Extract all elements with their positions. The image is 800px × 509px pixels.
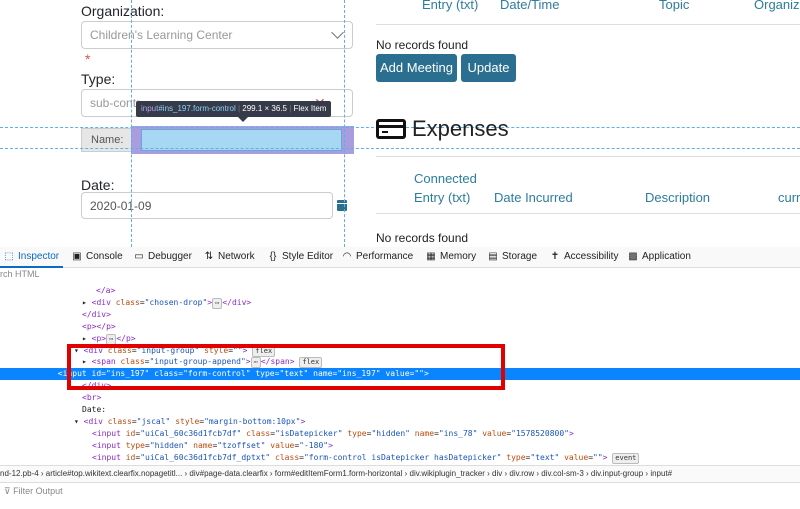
name-input-highlight: [131, 126, 354, 154]
debugger-icon: ▭: [134, 251, 144, 262]
type-label: Type:: [81, 71, 116, 87]
network-icon: ⇅: [204, 251, 214, 262]
web-page: Organization: Children's Learning Center…: [0, 0, 800, 247]
markup-line[interactable]: ▸ <div class="chosen-drop"> ⋯ </div>: [82, 297, 251, 309]
expenses-col-currency: curr: [778, 190, 800, 205]
tab-application[interactable]: ▩ Application: [628, 251, 691, 262]
inspector-icon: ⬚: [4, 251, 14, 262]
markup-line[interactable]: Date:: [82, 404, 106, 416]
tab-storage[interactable]: ▤ Storage: [488, 251, 537, 262]
expenses-title: Expenses: [412, 116, 509, 141]
tab-network[interactable]: ⇅ Network: [204, 251, 255, 262]
tooltip-tag: input: [141, 104, 159, 113]
style-editor-icon: {}: [269, 251, 277, 262]
tab-console[interactable]: ▣ Console: [72, 251, 122, 262]
meetings-col-organization: Organiza: [754, 0, 800, 12]
date-label: Date:: [81, 177, 115, 193]
credit-card-icon: [376, 119, 406, 139]
expenses-empty-text: No records found: [376, 231, 469, 245]
tooltip-kind: Flex Item: [293, 104, 327, 113]
expenses-col-entry: Entry (txt): [414, 190, 471, 205]
tab-accessibility[interactable]: ✝ Accessibility: [550, 251, 619, 262]
meetings-col-topic: Topic: [659, 0, 690, 12]
expenses-table-header: Connected Entry (txt) Date Incurred Desc…: [376, 156, 800, 214]
meetings-col-entry: Entry (txt): [422, 0, 479, 12]
chevron-down-icon: [331, 26, 344, 39]
guide-line-right: [344, 0, 345, 247]
meetings-table-header: Entry (txt) Date/Time Topic Organiza: [376, 0, 800, 25]
markup-line[interactable]: </a>: [96, 285, 115, 297]
filter-icon: ⊽: [4, 486, 11, 496]
tooltip-size: 299.1 × 36.5: [242, 104, 287, 113]
meetings-col-datetime: Date/Time: [500, 0, 560, 12]
highlight-annotation-box: [67, 344, 505, 390]
name-label: Name:: [91, 134, 124, 146]
devtools-tabbar: ⬚ Inspector ▣ Console ▭ Debugger ⇅ Network {…: [0, 247, 800, 268]
markup-line[interactable]: <input type="hidden" name="tzoffset" val…: [92, 440, 333, 452]
storage-icon: ▤: [488, 251, 498, 262]
type-value: sub-contr: [90, 96, 141, 110]
breadcrumb[interactable]: nd-12.pb-4 › article#top.wikitext.clearf…: [0, 465, 800, 482]
update-button[interactable]: Update: [461, 54, 516, 82]
markup-line[interactable]: </div>: [82, 309, 111, 321]
organization-label: Organization:: [81, 3, 165, 19]
tab-inspector[interactable]: ⬚ Inspector: [0, 251, 64, 268]
performance-icon: ◠: [342, 251, 352, 262]
tooltip-arrow: [238, 117, 248, 122]
memory-icon: ▦: [426, 251, 436, 262]
markup-line[interactable]: <br>: [82, 392, 101, 404]
tab-memory[interactable]: ▦ Memory: [426, 251, 476, 262]
guide-line-bottom: [0, 148, 800, 149]
tab-debugger[interactable]: ▭ Debugger: [134, 251, 192, 262]
required-mark: *: [85, 51, 91, 67]
meetings-empty-text: No records found: [376, 38, 469, 52]
filter-output-input[interactable]: ⊽ Filter Output: [0, 482, 800, 500]
search-html-input[interactable]: rch HTML: [0, 269, 40, 279]
console-icon: ▣: [72, 251, 82, 262]
markup-line[interactable]: <p></p>: [82, 321, 116, 333]
expenses-col-connected: Connected: [414, 171, 477, 186]
organization-select[interactable]: Children's Learning Center: [81, 21, 353, 49]
inspector-tooltip: input#ins_197.form-control | 299.1 × 36.…: [136, 101, 332, 117]
expenses-col-date-incurred: Date Incurred: [494, 190, 573, 205]
markup-line[interactable]: <input id="uiCal_60c36d1fcb7df_dptxt" cl…: [92, 452, 640, 464]
organization-value: Children's Learning Center: [90, 28, 233, 42]
tab-performance[interactable]: ◠ Performance: [342, 251, 414, 262]
add-meeting-button[interactable]: Add Meeting: [376, 54, 457, 82]
accessibility-icon: ✝: [550, 251, 560, 262]
markup-line[interactable]: ▾ <div class="jscal" style="margin-botto…: [74, 416, 305, 428]
application-icon: ▩: [628, 251, 638, 262]
tooltip-selector: #ins_197.form-control: [158, 104, 236, 113]
date-input[interactable]: 2020-01-09: [81, 192, 333, 219]
date-value: 2020-01-09: [90, 199, 152, 213]
markup-line[interactable]: <input id="uiCal_60c36d1fcb7df" class="i…: [92, 428, 574, 440]
calendar-icon[interactable]: [337, 200, 347, 211]
tab-style-editor[interactable]: {} Style Editor: [268, 251, 333, 262]
expenses-col-description: Description: [645, 190, 711, 205]
guide-line-left: [131, 0, 132, 247]
